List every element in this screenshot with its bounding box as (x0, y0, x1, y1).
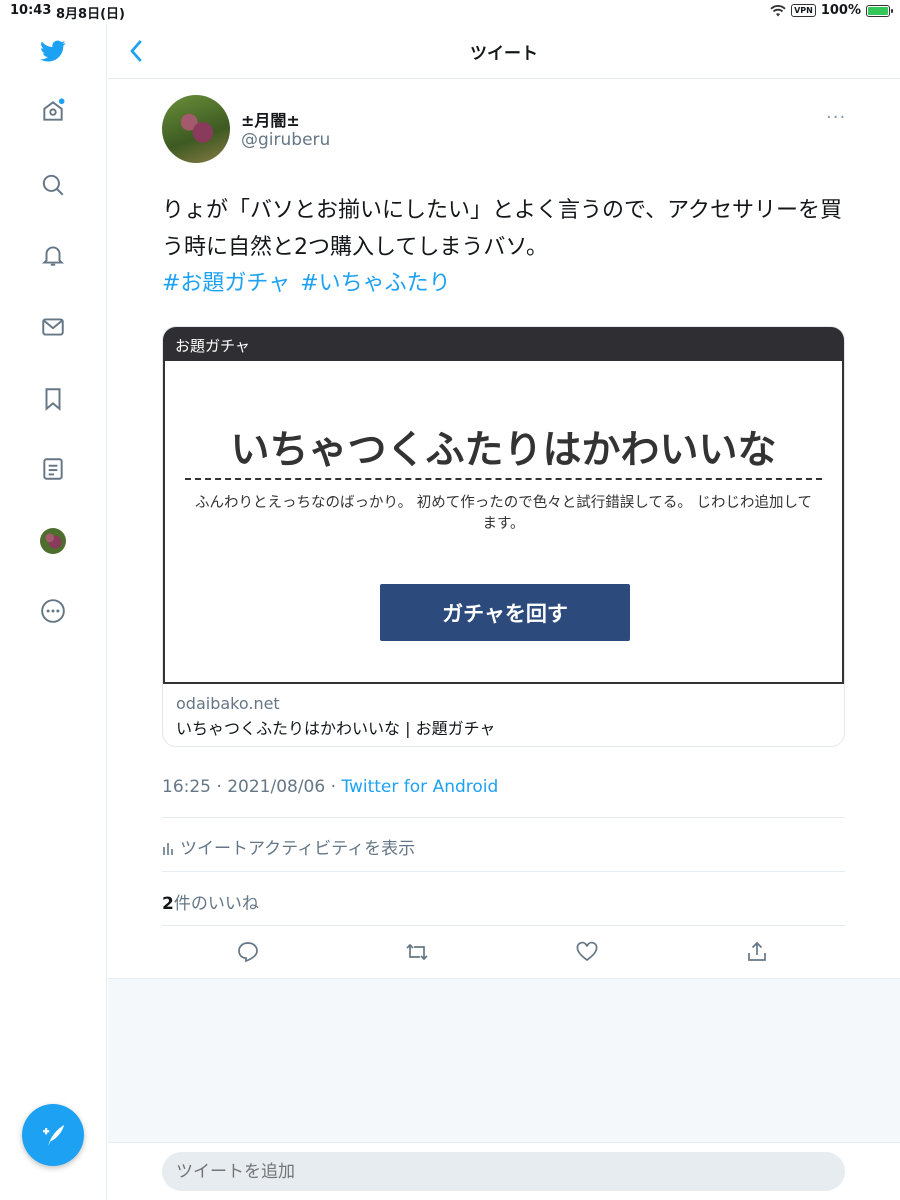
reply-icon (238, 942, 258, 963)
link-card[interactable]: お題ガチャ いちゃつくふたりはかわいいな ふんわりとえっちなのばっかり。 初めて… (162, 326, 845, 747)
more-options-icon[interactable]: ··· (826, 107, 846, 128)
search-icon[interactable] (38, 170, 68, 200)
author-handle[interactable]: @giruberu (241, 130, 330, 150)
tweet-source-link[interactable]: Twitter for Android (341, 777, 498, 797)
gacha-button: ガチャを回す (380, 584, 630, 641)
vpn-badge: VPN (791, 4, 816, 17)
share-icon (748, 941, 766, 961)
hashtag-link[interactable]: #いちゃふたり (300, 271, 450, 296)
bookmark-icon[interactable] (38, 384, 68, 414)
likes-count: 2 (162, 894, 174, 914)
tweet-text: りょが「バソとお揃いにしたい」とよく言うので、アクセサリーを買う時に自然と2つ購… (162, 198, 843, 260)
retweet-icon (406, 943, 428, 961)
card-description: ふんわりとえっちなのばっかり。 初めて作ったので色々と試行錯誤してる。 じわじわ… (194, 495, 813, 532)
tweet-timestamp: 16:25 · 2021/08/06 · Twitter for Android (162, 777, 498, 797)
status-time: 10:43 (10, 3, 52, 18)
activity-label: ツイートアクティビティを表示 (180, 839, 416, 859)
card-title: いちゃつくふたりはかわいいな | お題ガチャ (176, 719, 496, 738)
retweet-button[interactable] (405, 940, 431, 966)
hashtags: #お題ガチャ #いちゃふたり (162, 265, 461, 297)
reply-button[interactable] (236, 940, 262, 966)
card-image: いちゃつくふたりはかわいいな ふんわりとえっちなのばっかり。 初めて作ったので色… (163, 361, 844, 684)
page-title: ツイート (470, 44, 538, 64)
sidebar (0, 24, 107, 1200)
status-bar: 10:43 8月8日(日) VPN 100% (0, 0, 900, 24)
header: ツイート (108, 24, 900, 79)
reply-bar (108, 1142, 900, 1200)
battery-percent: 100% (820, 3, 861, 18)
status-date: 8月8日(日) (56, 7, 125, 22)
heart-icon (576, 941, 598, 962)
battery-icon (866, 4, 893, 17)
compose-tweet-icon (43, 1125, 65, 1147)
tweet-actions (162, 925, 845, 979)
replies-area (108, 978, 900, 1142)
likes-label: 件のいいね (173, 894, 259, 914)
wifi-icon (770, 4, 786, 16)
author-avatar[interactable] (162, 95, 230, 163)
lists-icon[interactable] (38, 454, 68, 484)
share-button[interactable] (745, 940, 771, 966)
like-button[interactable] (575, 940, 601, 966)
card-banner: お題ガチャ (163, 327, 844, 361)
more-icon[interactable] (38, 596, 68, 626)
card-heading: いちゃつくふたりはかわいいな (230, 428, 777, 473)
timestamp-text: 16:25 · 2021/08/06 · (162, 777, 342, 797)
likes-row[interactable]: 2件のいいね (162, 871, 845, 926)
card-domain: odaibako.net (176, 694, 280, 713)
author-name[interactable]: ±月闇± (241, 107, 300, 131)
card-divider (185, 478, 822, 480)
notifications-icon[interactable] (38, 240, 68, 270)
compose-tweet-button[interactable] (22, 1104, 84, 1166)
hashtag-link[interactable]: #お題ガチャ (162, 271, 290, 296)
twitter-bird-icon[interactable] (38, 36, 68, 66)
profile-avatar[interactable] (38, 526, 68, 556)
home-icon[interactable] (38, 96, 68, 126)
card-meta: odaibako.net いちゃつくふたりはかわいいな | お題ガチャ (163, 684, 844, 746)
tweet-activity-link[interactable]: ツイートアクティビティを表示 (162, 817, 845, 872)
messages-icon[interactable] (38, 312, 68, 342)
bar-chart-icon (163, 843, 173, 855)
reply-input[interactable] (162, 1152, 845, 1191)
status-right: VPN 100% (770, 3, 893, 18)
